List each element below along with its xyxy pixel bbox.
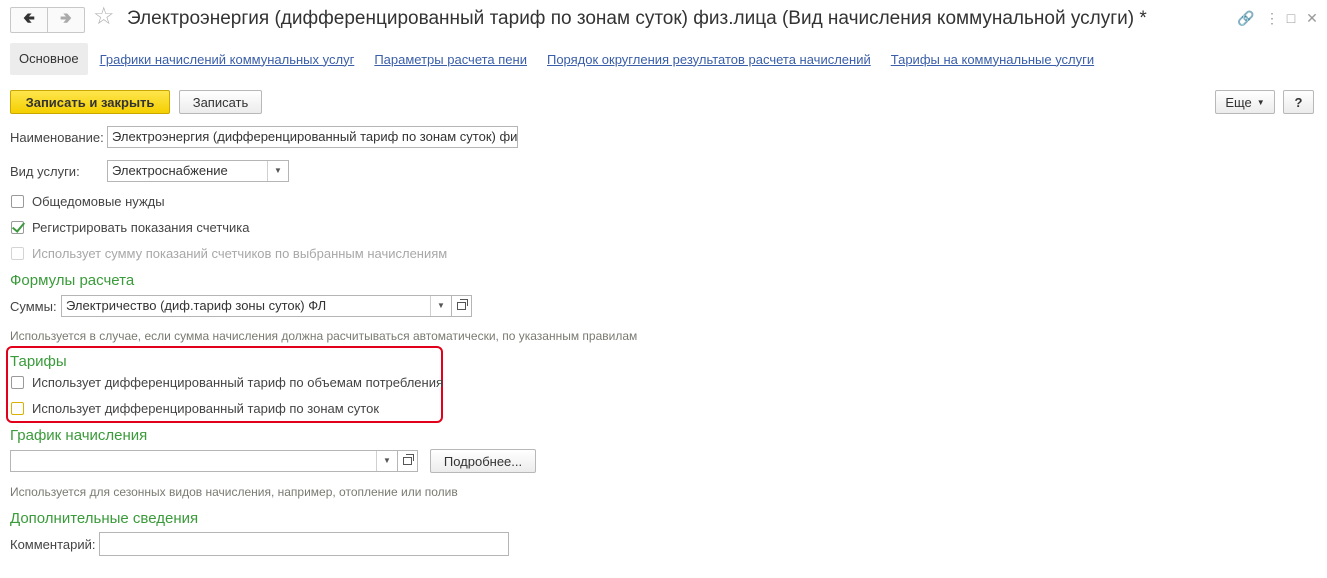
- service-type-label: Вид услуги:: [10, 164, 80, 179]
- window-tools: 🔗: [1237, 9, 1255, 27]
- tariff-zones-checkbox[interactable]: [11, 402, 24, 415]
- service-type-select[interactable]: Электроснабжение ▼: [107, 160, 289, 182]
- service-type-value: Электроснабжение: [112, 163, 228, 178]
- sum-meters-checkbox: [11, 247, 24, 260]
- name-input[interactable]: Электроэнергия (дифференцированный тариф…: [107, 126, 518, 148]
- details-button[interactable]: Подробнее...: [430, 449, 536, 473]
- common-needs-checkbox-row[interactable]: Общедомовые нужды: [11, 194, 165, 209]
- register-meter-checkbox-row[interactable]: Регистрировать показания счетчика: [11, 220, 250, 235]
- extra-info-heading: Дополнительные сведения: [10, 510, 199, 527]
- close-icon[interactable]: ✕: [1303, 9, 1321, 27]
- tariff-volume-label: Использует дифференцированный тариф по о…: [32, 375, 444, 390]
- tab-bar: Основное Графики начислений коммунальных…: [10, 43, 1094, 75]
- dropdown-arrow-icon[interactable]: ▼: [267, 161, 288, 181]
- sum-meters-checkbox-row: Использует сумму показаний счетчиков по …: [11, 246, 447, 261]
- tab-utility-tariffs[interactable]: Тарифы на коммунальные услуги: [891, 52, 1094, 67]
- save-and-close-button[interactable]: Записать и закрыть: [10, 90, 170, 114]
- register-meter-checkbox[interactable]: [11, 221, 24, 234]
- sum-meters-label: Использует сумму показаний счетчиков по …: [32, 246, 448, 261]
- tab-main[interactable]: Основное: [10, 43, 88, 75]
- more-actions-icon[interactable]: ⋮: [1263, 9, 1281, 27]
- maximize-icon[interactable]: □: [1282, 9, 1300, 27]
- open-schedule-button[interactable]: [398, 450, 418, 472]
- open-window-icon: [403, 454, 414, 465]
- dropdown-arrow-icon[interactable]: ▼: [376, 451, 397, 471]
- tab-penalty-params[interactable]: Параметры расчета пени: [374, 52, 527, 67]
- history-nav: 🢀 🢂: [10, 7, 85, 33]
- schedule-hint: Используется для сезонных видов начислен…: [10, 485, 458, 499]
- common-needs-checkbox[interactable]: [11, 195, 24, 208]
- forward-button[interactable]: 🢂: [48, 8, 84, 32]
- tariff-zones-label: Использует дифференцированный тариф по з…: [32, 401, 380, 416]
- tab-rounding-order[interactable]: Порядок округления результатов расчета н…: [547, 52, 871, 67]
- common-needs-label: Общедомовые нужды: [32, 194, 165, 209]
- dropdown-arrow-icon: ▼: [1256, 97, 1265, 107]
- tariff-volume-checkbox[interactable]: [11, 376, 24, 389]
- tariff-volume-checkbox-row[interactable]: Использует дифференцированный тариф по о…: [11, 375, 443, 390]
- more-button[interactable]: Еще ▼: [1215, 90, 1275, 114]
- formulas-heading: Формулы расчета: [10, 272, 135, 289]
- window-title: Электроэнергия (дифференцированный тариф…: [127, 8, 1147, 29]
- formulas-hint: Используется в случае, если сумма начисл…: [10, 329, 638, 343]
- sums-formula-value: Электричество (диф.тариф зоны суток) ФЛ: [66, 298, 327, 313]
- tariff-zones-checkbox-row[interactable]: Использует дифференцированный тариф по з…: [11, 401, 379, 416]
- name-label: Наименование:: [10, 130, 104, 145]
- back-button[interactable]: 🢀: [11, 8, 48, 32]
- register-meter-label: Регистрировать показания счетчика: [32, 220, 250, 235]
- arrow-right-icon: 🢂: [59, 9, 73, 27]
- save-button[interactable]: Записать: [179, 90, 262, 114]
- tariffs-heading: Тарифы: [10, 353, 67, 370]
- comment-input[interactable]: [99, 532, 509, 556]
- help-button[interactable]: ?: [1283, 90, 1314, 114]
- favorite-star-icon[interactable]: ☆: [93, 5, 115, 29]
- link-icon[interactable]: 🔗: [1237, 9, 1255, 27]
- schedule-heading: График начисления: [10, 427, 148, 444]
- open-window-icon: [457, 299, 468, 310]
- dropdown-arrow-icon[interactable]: ▼: [430, 296, 451, 316]
- open-formula-button[interactable]: [452, 295, 472, 317]
- arrow-left-icon: 🢀: [22, 9, 36, 27]
- schedule-select[interactable]: ▼: [10, 450, 398, 472]
- sums-formula-select[interactable]: Электричество (диф.тариф зоны суток) ФЛ …: [61, 295, 452, 317]
- tab-charge-schedules[interactable]: Графики начислений коммунальных услуг: [100, 52, 355, 67]
- more-button-label: Еще: [1225, 94, 1252, 110]
- sums-label: Суммы:: [10, 299, 57, 314]
- comment-label: Комментарий:: [10, 537, 96, 552]
